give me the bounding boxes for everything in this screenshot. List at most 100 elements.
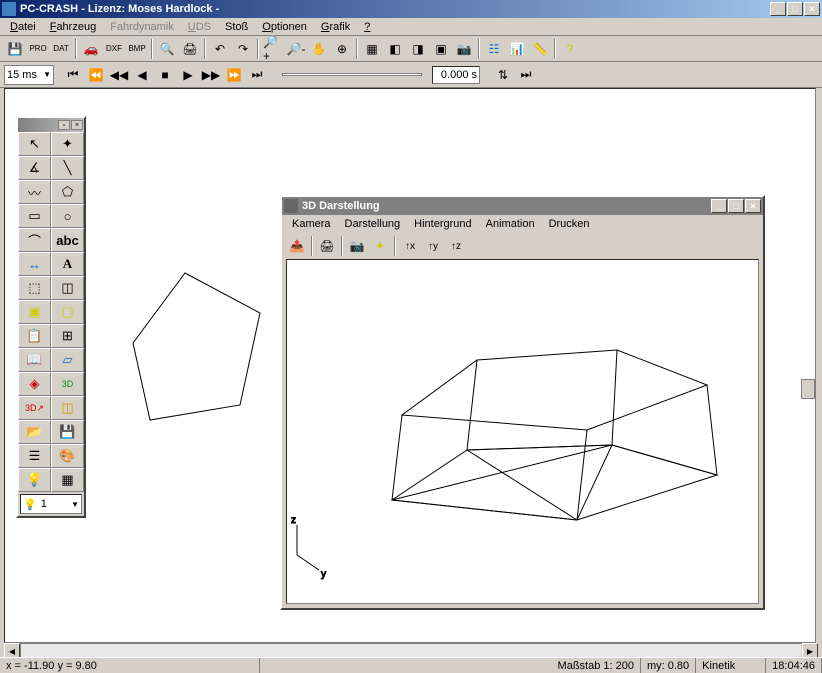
help-icon[interactable]: ? (559, 38, 581, 60)
angle-tool[interactable]: ∡ (18, 156, 51, 180)
rect-tool[interactable]: ▭ (18, 204, 51, 228)
last-frame-icon[interactable]: ⏭ (246, 64, 268, 86)
list-icon[interactable]: ☷ (483, 38, 505, 60)
first-frame-icon[interactable]: ⏮ (62, 64, 84, 86)
car-dxf-icon[interactable]: DXF (103, 38, 125, 60)
car-bmp-icon[interactable]: BMP (126, 38, 148, 60)
3d-view-window: 3D Darstellung _ □ × Kamera Darstellung … (280, 195, 765, 610)
3d-menu-kamera[interactable]: Kamera (286, 217, 337, 231)
3d-menu-drucken[interactable]: Drucken (543, 217, 596, 231)
layer-select[interactable]: 💡 1 ▼ (20, 494, 82, 514)
step-back-icon[interactable]: ◀◀ (108, 64, 130, 86)
camera-icon[interactable]: 📷 (453, 38, 475, 60)
book-tool[interactable]: 📖 (18, 348, 51, 372)
font-tool[interactable]: A (51, 252, 84, 276)
3d-export-icon[interactable]: 📤 (286, 235, 308, 257)
preview-icon[interactable]: 🔍 (156, 38, 178, 60)
menu-uds[interactable]: UDS (182, 20, 217, 34)
open-pro-icon[interactable]: PRO (27, 38, 49, 60)
red-shape-tool[interactable]: ◈ (18, 372, 51, 396)
time-step-select[interactable]: 15 ms ▼ (4, 65, 54, 85)
3d-close-button[interactable]: × (745, 199, 761, 213)
tool-b-icon[interactable]: ◧ (384, 38, 406, 60)
3d-menu-darstellung[interactable]: Darstellung (339, 217, 407, 231)
3d-menu-hintergrund[interactable]: Hintergrund (408, 217, 477, 231)
maximize-button[interactable]: □ (787, 2, 803, 16)
menu-help[interactable]: ? (358, 20, 376, 34)
time-slider[interactable] (282, 65, 422, 85)
scroll-grip[interactable] (801, 379, 815, 399)
extrude-tool[interactable]: ◫ (51, 396, 84, 420)
menu-datei[interactable]: Datei (4, 20, 42, 34)
light-tool[interactable]: 💡 (18, 468, 51, 492)
close-button[interactable]: × (804, 2, 820, 16)
settings-tool[interactable]: ▦ (51, 468, 84, 492)
3d-print-icon[interactable]: 🖨 (316, 235, 338, 257)
end-icon[interactable]: ⏭ (515, 64, 537, 86)
save-icon[interactable]: 💾 (4, 38, 26, 60)
copy-tool[interactable]: 📋 (18, 324, 51, 348)
text-tool[interactable]: abc (51, 228, 84, 252)
folder-open-tool[interactable]: 📂 (18, 420, 51, 444)
3d-axis-x-icon[interactable]: ↑x (399, 235, 421, 257)
measure-icon[interactable]: 📏 (529, 38, 551, 60)
grid-tool[interactable]: ⊞ (51, 324, 84, 348)
color-tool[interactable]: 🎨 (51, 444, 84, 468)
tool-d-icon[interactable]: ▣ (430, 38, 452, 60)
tool-a-icon[interactable]: ▦ (361, 38, 383, 60)
zoom-in-icon[interactable]: 🔎+ (262, 38, 284, 60)
menu-optionen[interactable]: Optionen (256, 20, 313, 34)
palette-header[interactable]: ▫ × (18, 118, 84, 132)
sparkle-tool[interactable]: ✦ (51, 132, 84, 156)
save-tool[interactable]: 💾 (51, 420, 84, 444)
3d-menu-animation[interactable]: Animation (480, 217, 541, 231)
open-dat-icon[interactable]: DAT (50, 38, 72, 60)
undo-icon[interactable]: ↶ (209, 38, 231, 60)
3d-minimize-button[interactable]: _ (711, 199, 727, 213)
crop-tool[interactable]: ⬚ (18, 276, 51, 300)
pan-icon[interactable]: ✋ (308, 38, 330, 60)
menu-fahrzeug[interactable]: Fahrzeug (44, 20, 103, 34)
3d-cube-tool[interactable]: 3D (51, 372, 84, 396)
polygon-tool[interactable]: ⬠ (51, 180, 84, 204)
next-keyframe-icon[interactable]: ⏩ (223, 64, 245, 86)
3d-axis-y-icon[interactable]: ↑y (422, 235, 444, 257)
curve-tool[interactable]: ⌒ (18, 228, 51, 252)
play-back-icon[interactable]: ◀ (131, 64, 153, 86)
3d-axis-z-icon[interactable]: ↑z (445, 235, 467, 257)
menu-fahrdynamik[interactable]: Fahrdynamik (104, 20, 180, 34)
menu-grafik[interactable]: Grafik (315, 20, 356, 34)
print-icon[interactable]: 🖨 (179, 38, 201, 60)
palette-close-icon[interactable]: × (71, 120, 83, 130)
palette-tab-icon[interactable]: ▫ (58, 120, 70, 130)
zoom-all-icon[interactable]: ⊕ (331, 38, 353, 60)
car-red-icon[interactable]: 🚗 (80, 38, 102, 60)
pointer-tool[interactable]: ↖ (18, 132, 51, 156)
sync-icon[interactable]: ⇅ (492, 64, 514, 86)
line-tool[interactable]: ╲ (51, 156, 84, 180)
circle-tool[interactable]: ○ (51, 204, 84, 228)
stop-icon[interactable]: ■ (154, 64, 176, 86)
minimize-button[interactable]: _ (770, 2, 786, 16)
page-tool[interactable]: ▱ (51, 348, 84, 372)
layer-down-tool[interactable]: ▢ (51, 300, 84, 324)
play-icon[interactable]: ▶ (177, 64, 199, 86)
layers-tool[interactable]: ☰ (18, 444, 51, 468)
3d-maximize-button[interactable]: □ (728, 199, 744, 213)
redo-icon[interactable]: ↷ (232, 38, 254, 60)
3d-titlebar[interactable]: 3D Darstellung _ □ × (282, 197, 763, 215)
select-tool[interactable]: ◫ (51, 276, 84, 300)
menu-stoss[interactable]: Stoß (219, 20, 254, 34)
tool-c-icon[interactable]: ◨ (407, 38, 429, 60)
step-fwd-icon[interactable]: ▶▶ (200, 64, 222, 86)
3d-canvas[interactable]: z y (286, 259, 759, 604)
layer-up-tool[interactable]: ▣ (18, 300, 51, 324)
3d-camera-icon[interactable]: 📷 (346, 235, 368, 257)
dimension-tool[interactable]: ↔ (18, 252, 51, 276)
chart-icon[interactable]: 📊 (506, 38, 528, 60)
3d-light-icon[interactable]: ✦ (369, 235, 391, 257)
3d-arrow-tool[interactable]: 3D↗ (18, 396, 51, 420)
prev-keyframe-icon[interactable]: ⏪ (85, 64, 107, 86)
polyline-tool[interactable]: 〰 (18, 180, 51, 204)
zoom-out-icon[interactable]: 🔎- (285, 38, 307, 60)
